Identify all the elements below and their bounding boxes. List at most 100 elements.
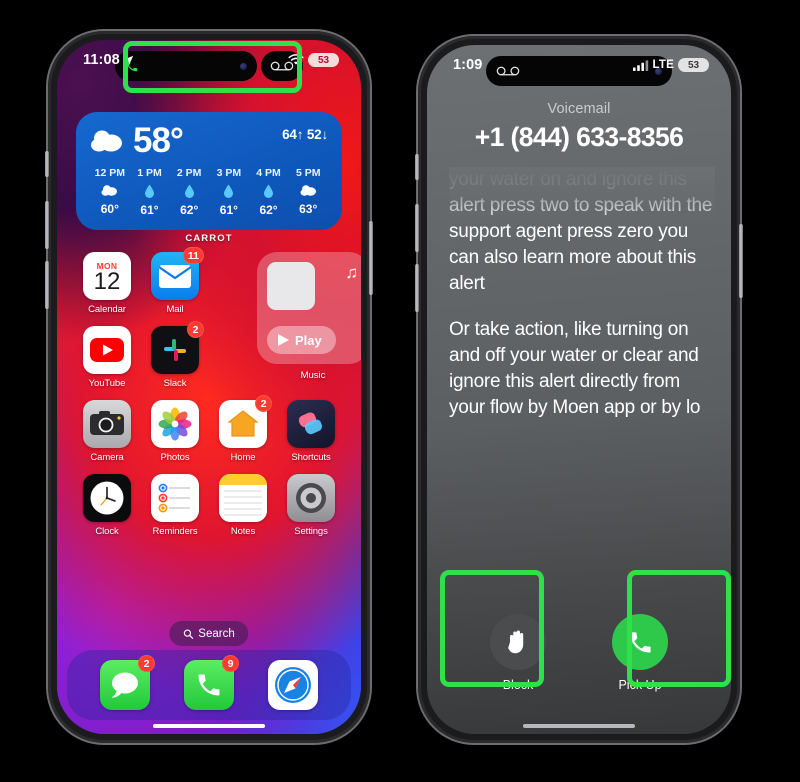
weather-hour-cell: 12 PM 60° bbox=[90, 167, 130, 217]
volume-down-button[interactable] bbox=[45, 261, 49, 309]
weather-hour-temp: 60° bbox=[100, 202, 119, 216]
reminders-list-glyph bbox=[158, 483, 190, 513]
search-icon bbox=[183, 629, 194, 639]
envelope-glyph bbox=[159, 264, 191, 288]
weather-current-left: 58° bbox=[90, 123, 184, 158]
notification-badge: 2 bbox=[138, 655, 155, 672]
music-note-icon: ♫ bbox=[345, 263, 358, 282]
voicemail-transcript[interactable]: your water on and ignore this alert pres… bbox=[449, 167, 715, 584]
house-glyph bbox=[227, 410, 259, 437]
battery-indicator: 53 bbox=[678, 58, 709, 72]
block-button[interactable]: Block bbox=[490, 614, 546, 692]
handset-glyph bbox=[629, 631, 651, 653]
home-indicator[interactable] bbox=[523, 724, 635, 728]
clock-icon bbox=[83, 474, 131, 522]
compass-glyph bbox=[275, 667, 311, 703]
volume-up-button[interactable] bbox=[415, 204, 419, 252]
app-label: Reminders bbox=[152, 526, 198, 537]
app-label: Mail bbox=[166, 304, 184, 315]
phone-icon bbox=[612, 614, 668, 670]
app-label: Clock bbox=[95, 526, 119, 537]
status-bar-time-group: 11:08 bbox=[83, 52, 134, 68]
weather-low: 52↓ bbox=[306, 127, 328, 142]
analog-clock-glyph bbox=[90, 481, 124, 515]
app-label: YouTube bbox=[88, 378, 126, 389]
notes-icon bbox=[219, 474, 267, 522]
weather-hour-cell: 4 PM 62° bbox=[249, 167, 289, 217]
hand-stop-icon bbox=[490, 614, 546, 670]
play-triangle-icon bbox=[278, 334, 289, 346]
pick-up-button[interactable]: Pick Up bbox=[612, 614, 668, 692]
app-icon-home[interactable]: 2 Home bbox=[209, 395, 277, 463]
transcript-paragraph-1: your water on and ignore this alert pres… bbox=[449, 169, 713, 295]
weather-high-low: 64↑ 52↓ bbox=[282, 123, 328, 142]
youtube-icon bbox=[83, 326, 131, 374]
weather-hour-time: 12 PM bbox=[94, 167, 126, 179]
search-label: Search bbox=[198, 627, 235, 640]
right-status-bar: 1:09 LTE 53 bbox=[427, 45, 731, 91]
weather-widget-label: CARROT bbox=[185, 233, 233, 244]
weather-hour-time: 5 PM bbox=[295, 167, 321, 179]
wifi-icon bbox=[288, 54, 304, 65]
handset-glyph bbox=[198, 674, 220, 696]
power-button[interactable] bbox=[369, 221, 373, 295]
power-button[interactable] bbox=[739, 224, 743, 298]
weather-current-row: 58° 64↑ 52↓ bbox=[90, 123, 328, 158]
hand-glyph bbox=[508, 630, 524, 654]
safari-compass-icon bbox=[268, 660, 318, 710]
notification-badge: 9 bbox=[222, 655, 239, 672]
pick-up-label: Pick Up bbox=[618, 678, 662, 692]
weather-hour-temp: 61° bbox=[140, 203, 159, 217]
dock-item-phone[interactable]: 9 bbox=[184, 655, 239, 710]
action-button[interactable] bbox=[415, 154, 419, 180]
app-icon-calendar[interactable]: MON 12 Calendar bbox=[73, 252, 141, 315]
cloud-icon bbox=[300, 185, 316, 196]
home-indicator[interactable] bbox=[153, 724, 265, 728]
cloud-icon bbox=[101, 185, 118, 196]
app-label: Photos bbox=[160, 452, 190, 463]
shortcuts-squares-glyph bbox=[298, 412, 323, 435]
app-icon-camera[interactable]: Camera bbox=[73, 400, 141, 463]
raindrop-icon bbox=[145, 184, 154, 198]
dock-item-messages[interactable]: 2 bbox=[100, 655, 155, 710]
status-bar-time: 1:09 bbox=[453, 57, 483, 73]
app-icon-youtube[interactable]: YouTube bbox=[73, 326, 141, 389]
weather-widget[interactable]: 58° 64↑ 52↓ 12 PM 60° 1 PM 61° 2 PM 62° … bbox=[76, 112, 342, 230]
weather-hour-time: 1 PM bbox=[137, 167, 162, 179]
voicemail-caller-number: +1 (844) 633-8356 bbox=[474, 122, 684, 152]
status-bar-time: 11:08 bbox=[83, 52, 120, 68]
weather-hour-temp: 62° bbox=[180, 203, 199, 217]
app-icon-notes[interactable]: Notes bbox=[209, 474, 277, 537]
app-icon-clock[interactable]: Clock bbox=[73, 474, 141, 537]
music-play-label: Play bbox=[295, 332, 322, 348]
raindrop-icon bbox=[184, 184, 194, 198]
app-label: Calendar bbox=[88, 304, 126, 315]
network-type-label: LTE bbox=[652, 59, 674, 71]
voicemail-header: Voicemail +1 (844) 633-8356 bbox=[427, 101, 731, 153]
search-pill[interactable]: Search bbox=[169, 621, 249, 646]
slack-hash-glyph bbox=[164, 339, 186, 361]
app-icon-slack[interactable]: 2 Slack bbox=[141, 321, 209, 389]
app-icon-photos[interactable]: Photos bbox=[141, 400, 209, 463]
status-bar-indicators: 53 bbox=[288, 53, 339, 67]
app-icon-shortcuts[interactable]: Shortcuts bbox=[277, 400, 345, 463]
app-label: Camera bbox=[90, 452, 124, 463]
notepad-glyph bbox=[219, 474, 267, 522]
music-play-button[interactable]: Play bbox=[267, 326, 336, 354]
app-icon-settings[interactable]: Settings bbox=[277, 474, 345, 537]
status-bar-indicators: LTE 53 bbox=[632, 58, 709, 72]
app-label: Settings bbox=[294, 526, 328, 537]
volume-down-button[interactable] bbox=[415, 264, 419, 312]
voicemail-title: Voicemail bbox=[547, 101, 611, 117]
app-icon-reminders[interactable]: Reminders bbox=[141, 474, 209, 537]
app-icon-mail[interactable]: 11 Mail bbox=[141, 247, 209, 315]
app-row-4: Clock Reminders Notes Settings bbox=[73, 474, 345, 537]
weather-high: 64↑ bbox=[282, 127, 304, 142]
dock-item-safari[interactable] bbox=[268, 660, 318, 710]
dock: 2 9 bbox=[67, 650, 351, 720]
action-button[interactable] bbox=[45, 151, 49, 177]
weather-hour-cell: 2 PM 62° bbox=[169, 167, 209, 217]
music-widget[interactable]: ♫ Play bbox=[257, 252, 361, 364]
cloud-icon bbox=[91, 130, 122, 151]
volume-up-button[interactable] bbox=[45, 201, 49, 249]
